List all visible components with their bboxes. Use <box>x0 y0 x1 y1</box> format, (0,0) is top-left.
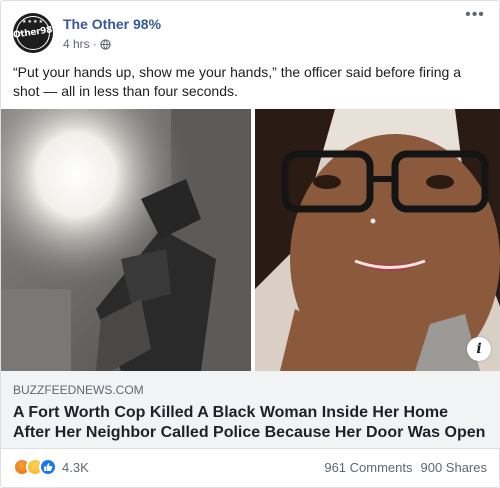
post-message: “Put your hands up, show me your hands,”… <box>13 64 461 99</box>
shares-count-link[interactable]: 900 Shares <box>421 460 488 475</box>
link-preview-details[interactable]: BUZZFEEDNEWS.COM A Fort Worth Cop Killed… <box>1 371 500 449</box>
like-reaction-icon <box>39 458 57 476</box>
reaction-summary[interactable]: 4.3K <box>13 458 89 476</box>
post-header: ★★★★ Other98 The Other 98% 4 hrs · ••• <box>13 7 487 57</box>
comments-count-link[interactable]: 961 Comments <box>324 460 412 475</box>
avatar-stars: ★★★★ <box>22 19 44 25</box>
engagement-stats: 961 Comments 900 Shares <box>324 460 487 475</box>
page-name-link[interactable]: The Other 98% <box>63 16 161 32</box>
more-options-icon[interactable]: ••• <box>463 7 487 25</box>
thumb-up-glyph <box>44 463 53 471</box>
portrait-photo-art <box>255 109 500 371</box>
link-preview-image[interactable]: i <box>1 109 500 371</box>
meta-separator: · <box>92 37 97 51</box>
bodycam-photo-art <box>1 109 251 371</box>
post-footer: 4.3K 961 Comments 900 Shares <box>13 455 487 479</box>
link-title[interactable]: A Fort Worth Cop Killed A Black Woman In… <box>13 403 489 443</box>
reaction-count: 4.3K <box>62 459 89 475</box>
info-icon[interactable]: i <box>467 337 491 361</box>
feed-post: ★★★★ Other98 The Other 98% 4 hrs · ••• “… <box>0 0 500 488</box>
globe-icon <box>100 38 111 50</box>
portrait-photo <box>255 109 500 371</box>
page-avatar[interactable]: ★★★★ Other98 <box>13 13 53 53</box>
bodycam-photo <box>1 109 251 371</box>
link-domain: BUZZFEEDNEWS.COM <box>13 383 144 397</box>
post-meta: 4 hrs · <box>63 37 111 51</box>
post-timestamp[interactable]: 4 hrs <box>63 37 90 51</box>
